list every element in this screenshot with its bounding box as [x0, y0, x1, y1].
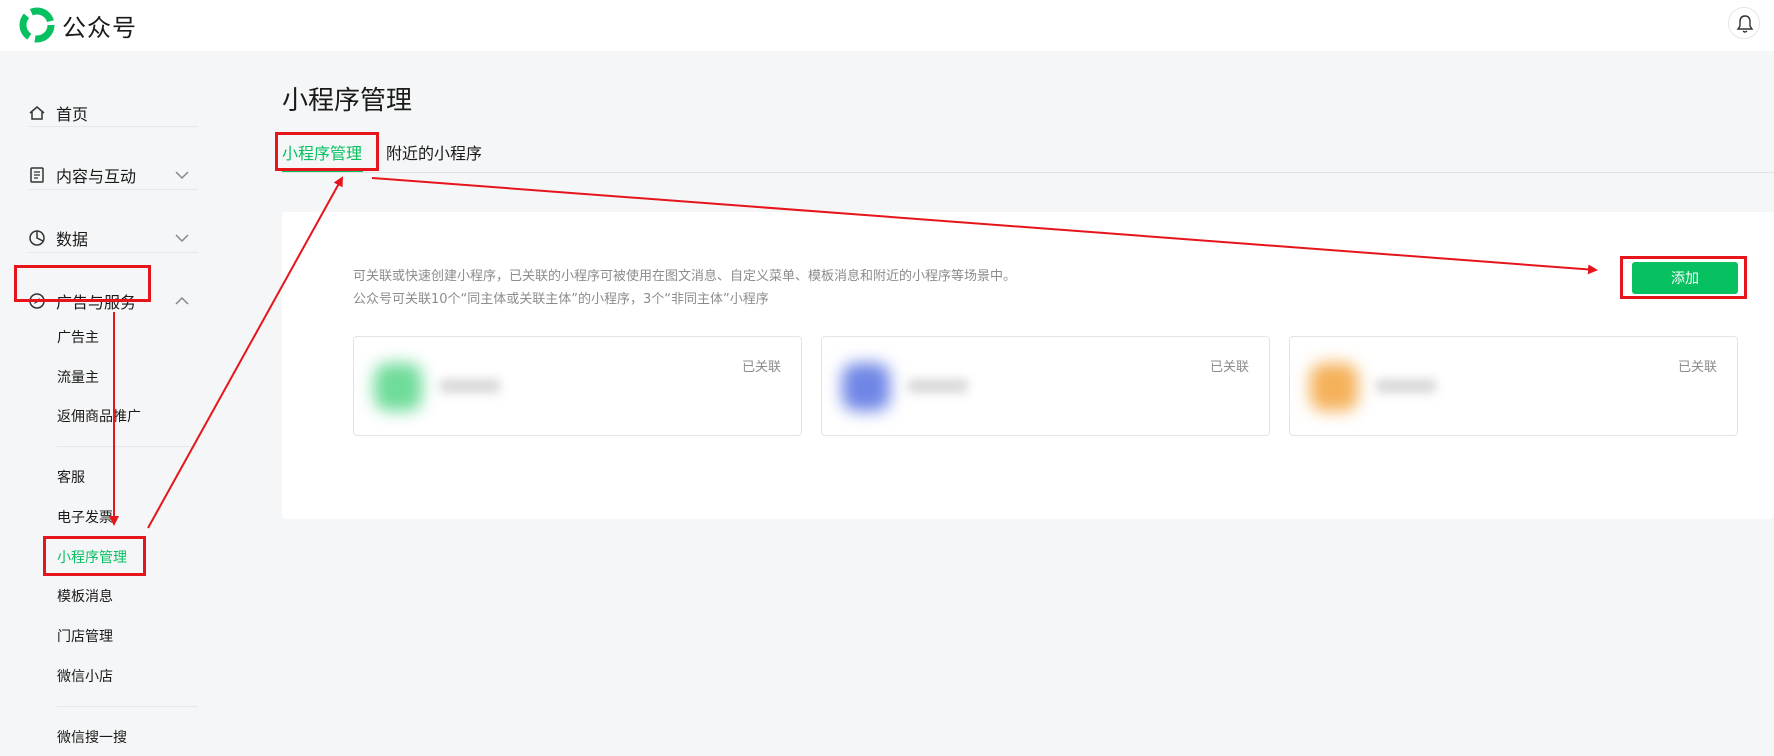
description-line-1: 可关联或快速创建小程序，已关联的小程序可被使用在图文消息、自定义菜单、模板消息和… [353, 269, 1017, 284]
tab-nearby-miniprograms[interactable]: 附近的小程序 [386, 140, 482, 164]
brand-title: 公众号 [62, 14, 137, 42]
divider [28, 252, 198, 253]
miniprogram-avatar [1310, 363, 1358, 411]
page-title: 小程序管理 [282, 86, 413, 116]
sidebar-subitem-commission-promotion[interactable]: 返佣商品推广 [57, 406, 141, 426]
sidebar-item-label: 内容与互动 [56, 167, 137, 186]
linked-status: 已关联 [1677, 360, 1717, 375]
wechat-official-account-logo [19, 7, 55, 43]
miniprogram-name-blurred [1376, 379, 1436, 393]
annotation-box-sidebar-miniprogram [43, 536, 146, 576]
linked-status: 已关联 [741, 360, 781, 375]
divider [57, 446, 198, 447]
sidebar-subitem-store-management[interactable]: 门店管理 [57, 626, 113, 646]
home-icon [29, 106, 45, 120]
sidebar-item-content[interactable]: 内容与互动 [28, 157, 198, 193]
miniprogram-name-blurred [908, 379, 968, 393]
annotation-box-add-button [1620, 256, 1747, 299]
sidebar-subitem-customer-service[interactable]: 客服 [57, 467, 85, 487]
bell-icon [1736, 15, 1754, 33]
miniprogram-name-blurred [440, 379, 500, 393]
annotation-box-ads-services [14, 265, 151, 302]
divider [57, 706, 198, 707]
miniprogram-avatar [374, 363, 422, 411]
chevron-up-icon [175, 296, 189, 305]
top-bar: 公众号 [0, 0, 1774, 51]
miniprogram-card[interactable]: 已关联 [353, 336, 802, 436]
chevron-down-icon [175, 171, 189, 180]
linked-status: 已关联 [1209, 360, 1249, 375]
tabs-divider [282, 172, 1774, 173]
sidebar-item-label: 数据 [56, 230, 89, 249]
sidebar-subitem-template-messages[interactable]: 模板消息 [57, 586, 113, 606]
pie-chart-icon [29, 230, 45, 246]
chevron-down-icon [175, 234, 189, 243]
divider [28, 189, 198, 190]
document-icon [30, 167, 44, 183]
sidebar-subitem-publisher[interactable]: 流量主 [57, 367, 99, 387]
sidebar-subitem-wechat-search[interactable]: 微信搜一搜 [57, 727, 127, 747]
sidebar: 首页 内容与互动 数据 广告与服务 广告主 流量主 返佣商品推广 客服 电子发票… [0, 51, 200, 756]
miniprogram-avatar [842, 363, 890, 411]
sidebar-item-label: 首页 [56, 105, 89, 124]
sidebar-subitem-advertiser[interactable]: 广告主 [57, 327, 99, 347]
miniprogram-card[interactable]: 已关联 [821, 336, 1270, 436]
sidebar-subitem-e-invoice[interactable]: 电子发票 [57, 507, 113, 527]
annotation-box-tab [275, 132, 379, 171]
miniprogram-card[interactable]: 已关联 [1289, 336, 1738, 436]
divider [28, 126, 198, 127]
description-line-2: 公众号可关联10个“同主体或关联主体”的小程序，3个“非同主体”小程序 [353, 292, 769, 307]
sidebar-subitem-wechat-shop[interactable]: 微信小店 [57, 666, 113, 686]
sidebar-item-data[interactable]: 数据 [28, 220, 198, 256]
notification-button[interactable] [1728, 7, 1760, 39]
